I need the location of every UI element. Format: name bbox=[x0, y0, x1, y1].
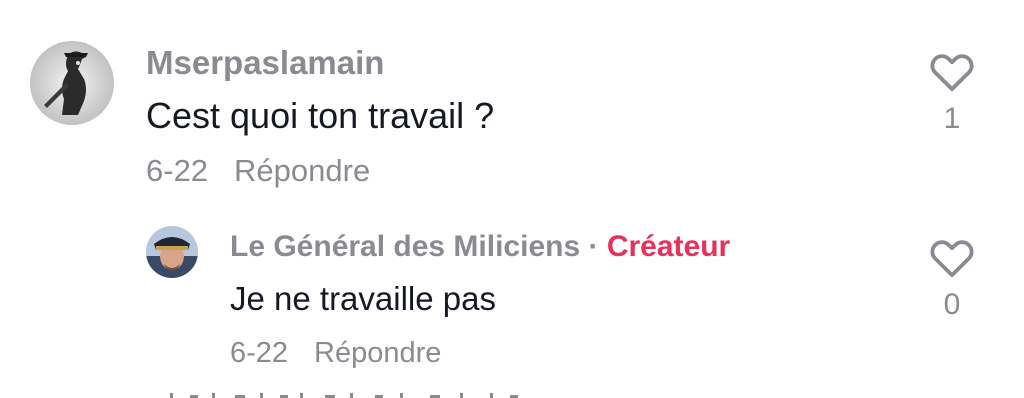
reply-username[interactable]: Le Général des Miliciens bbox=[230, 230, 580, 263]
like-count: 1 bbox=[943, 102, 961, 135]
reply-button[interactable]: Répondre bbox=[314, 337, 441, 369]
avatar[interactable] bbox=[30, 41, 114, 125]
reply-button[interactable]: Répondre bbox=[234, 153, 370, 188]
reply-date: 6-22 bbox=[230, 337, 289, 369]
comment-meta: 6-22 Répondre bbox=[146, 153, 370, 189]
heart-outline-icon bbox=[930, 54, 974, 92]
separator-dot: · bbox=[588, 230, 599, 263]
truncated-text-glyphs bbox=[170, 393, 518, 398]
reply-meta: 6-22 Répondre bbox=[230, 337, 441, 370]
reply-item: Le Général des Miliciens · Créateur Je n… bbox=[0, 200, 1024, 386]
avatar-image bbox=[146, 226, 198, 278]
comment-text: Cest quoi ton travail ? bbox=[146, 95, 495, 136]
like-button[interactable]: 1 bbox=[922, 50, 982, 136]
truncated-next-item bbox=[160, 386, 540, 398]
like-button[interactable]: 0 bbox=[922, 236, 982, 322]
comment-username[interactable]: Mserpaslamain bbox=[146, 44, 384, 82]
avatar[interactable] bbox=[146, 226, 198, 278]
avatar-image bbox=[30, 41, 114, 125]
creator-badge: Créateur bbox=[606, 230, 731, 263]
comment-date: 6-22 bbox=[146, 153, 209, 188]
comment-item: Mserpaslamain Cest quoi ton travail ? 6-… bbox=[0, 0, 1024, 200]
reply-username-line: Le Général des Miliciens · Créateur bbox=[230, 230, 730, 264]
heart-outline-icon bbox=[930, 240, 974, 278]
like-count: 0 bbox=[943, 288, 961, 321]
reply-text: Je ne travaille pas bbox=[230, 280, 496, 317]
